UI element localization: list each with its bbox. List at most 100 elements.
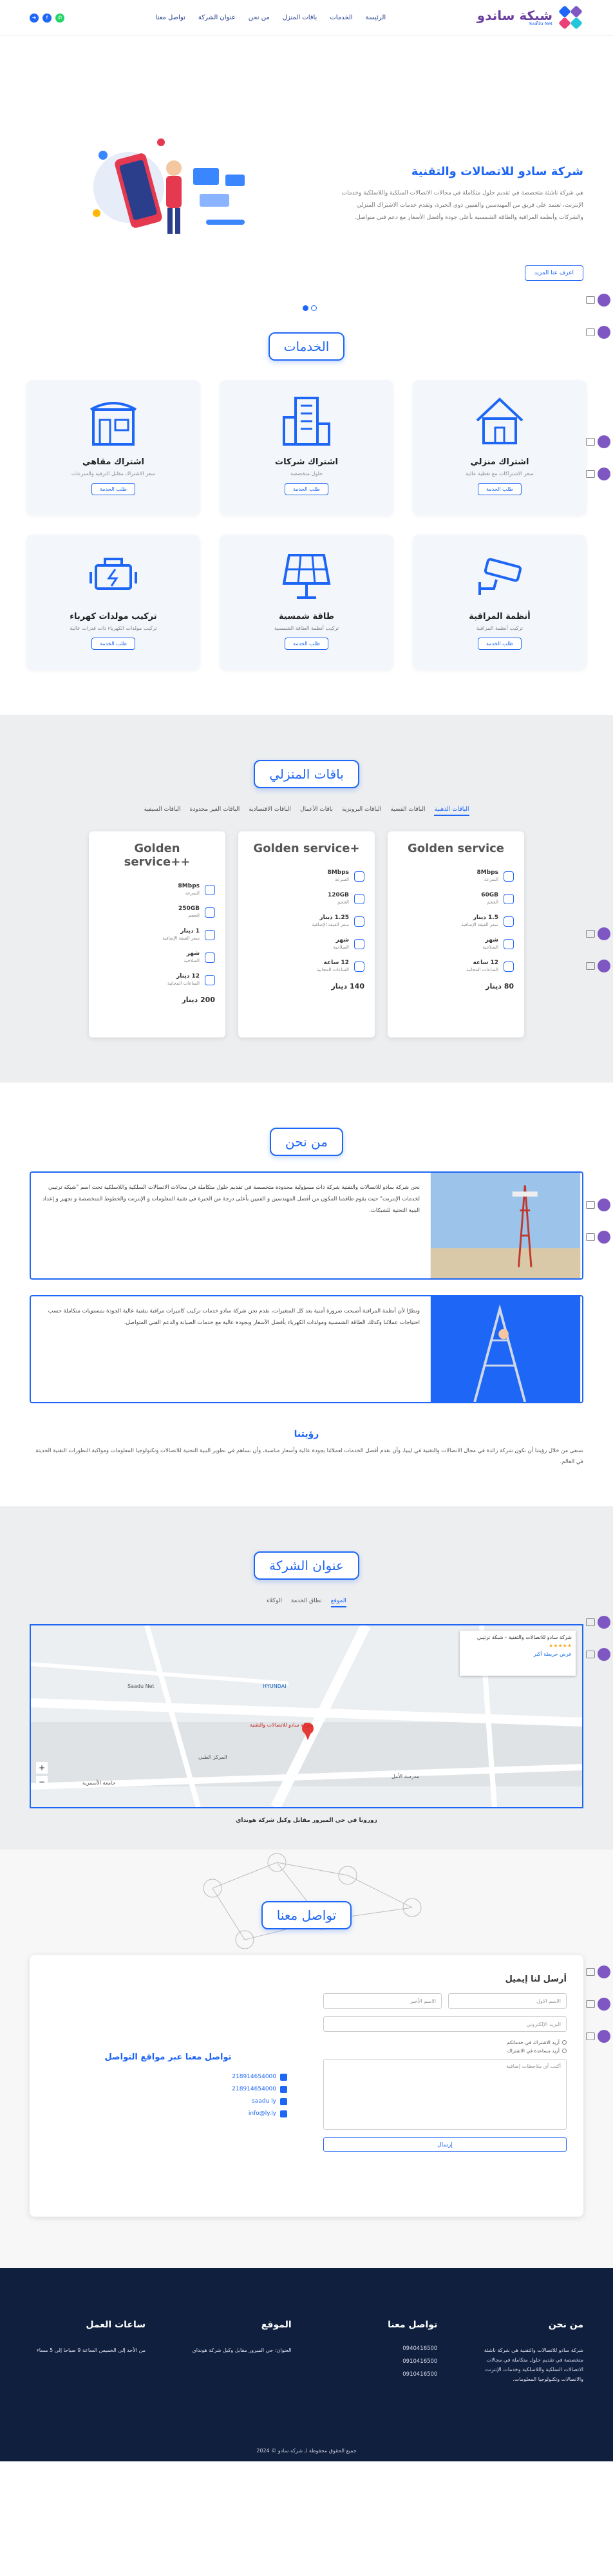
service-card: أنظمة المراقبة تركيب أنظمة المراقبة طلب … <box>413 535 587 670</box>
help-radio[interactable]: أريد مساعدة في الاشتراك <box>323 2048 567 2054</box>
floating-action-button[interactable] <box>586 1965 610 1978</box>
tab-gold[interactable]: الباقات الذهبية <box>434 806 469 816</box>
request-service-button[interactable]: طلب الخدمة <box>285 483 329 495</box>
menu-contact[interactable]: تواصل معنا <box>156 14 185 21</box>
tab-unlimited[interactable]: الباقات الغير محدودة <box>190 806 240 816</box>
package-data: 60GB <box>481 892 498 898</box>
floating-action-button[interactable] <box>586 1231 610 1244</box>
facebook-icon <box>280 2098 287 2105</box>
tab-coverage[interactable]: نطاق الخدمة <box>291 1598 322 1607</box>
hero-illustration <box>93 138 245 234</box>
floating-action-button[interactable] <box>586 960 610 972</box>
package-duration: شهر <box>186 951 200 957</box>
package-speed: 8Mbps <box>178 883 200 889</box>
services-title: الخدمات <box>268 332 345 361</box>
footer-phone[interactable]: 0940416500 <box>321 2345 437 2352</box>
tab-business[interactable]: باقات الأعمال <box>300 806 333 816</box>
about-section: من نحن نحن شركة سادو للاتصالات والتقنية … <box>0 1083 613 1506</box>
floating-action-button[interactable] <box>586 1198 610 1211</box>
top-navbar: شبكة ساندو Saadu Net الرئيسة الخدمات باق… <box>0 0 613 36</box>
request-service-button[interactable]: طلب الخدمة <box>478 638 522 650</box>
solar-panel-icon <box>282 554 331 599</box>
floating-action-button[interactable] <box>586 1648 610 1661</box>
menu-services[interactable]: الخدمات <box>330 14 352 21</box>
subscribe-radio[interactable]: أريد الاشتراك في خدماتكم <box>323 2040 567 2045</box>
wifi-icon <box>504 893 514 904</box>
request-service-button[interactable]: طلب الخدمة <box>91 483 136 495</box>
contact-link[interactable]: 218914654000 <box>49 2085 287 2093</box>
floating-action-button[interactable] <box>586 435 610 448</box>
technician-image <box>430 1296 581 1402</box>
floating-action-button[interactable] <box>586 1616 610 1629</box>
chart-icon <box>205 929 215 940</box>
radio-label: أريد مساعدة في الاشتراك <box>507 2048 560 2054</box>
service-card: اشتراك شركات حلول متخصصة طلب الخدمة <box>220 380 393 515</box>
send-button[interactable]: إرسال <box>323 2137 567 2152</box>
floating-action-button[interactable] <box>586 468 610 480</box>
address-caption: زورونا في حي الميرور مقابل وكيل شركة هون… <box>236 1817 377 1824</box>
cafe-icon <box>90 402 137 446</box>
floating-action-button[interactable] <box>586 1998 610 2011</box>
feature-label: سعر القيقة الإضافية <box>461 922 498 927</box>
clock-icon <box>504 961 514 972</box>
map-card-title: شركة سادو للاتصالات والتقنية - شبكة ترتي… <box>476 1634 572 1640</box>
tab-silver[interactable]: الباقات الفضية <box>390 806 425 816</box>
floating-action-button[interactable] <box>586 927 610 940</box>
whatsapp-icon[interactable]: ✆ <box>55 13 65 23</box>
speed-icon <box>354 871 364 882</box>
calendar-icon <box>504 938 514 949</box>
footer-phone[interactable]: 0910416500 <box>321 2371 437 2378</box>
package-speed: 8Mbps <box>327 869 349 876</box>
footer-phone[interactable]: 0910416500 <box>321 2358 437 2365</box>
service-title: اشتراك شركات <box>275 457 338 467</box>
service-desc: سعر الاشتراك مقابل الترفيه والسرعات <box>71 471 156 477</box>
map-embed[interactable]: شركة سادو للاتصالات والتقنية Saadu Net H… <box>30 1624 583 1808</box>
facebook-icon[interactable]: f <box>42 13 52 23</box>
menu-packages[interactable]: باقات المنزل <box>283 14 317 21</box>
email-link: info@ly.ly <box>248 2110 276 2117</box>
contact-link[interactable]: info@ly.ly <box>49 2110 287 2117</box>
email-field[interactable]: البريد الإلكتروني <box>323 2016 567 2032</box>
calendar-icon <box>354 938 364 949</box>
tab-agents[interactable]: الوكلاء <box>267 1598 282 1607</box>
map-card-link[interactable]: عرض خريطة أكبر <box>464 1651 572 1657</box>
package-free-hours: 12 ساعة <box>473 960 498 966</box>
feature-label: سعر القيقة الإضافية <box>162 936 200 941</box>
tab-economy[interactable]: الباقات الاقتصادية <box>249 806 291 816</box>
hero-title: شركة سادو للاتصالات والتقنية <box>411 165 583 178</box>
package-data: 250GB <box>178 905 200 912</box>
logo[interactable]: شبكة ساندو Saadu Net <box>477 5 583 32</box>
package-extra-price: 1.25 دينار <box>319 914 349 921</box>
package-price: 80 دينار <box>486 982 514 990</box>
floating-action-button[interactable] <box>586 2030 610 2043</box>
package-name: Golden service++ <box>124 842 191 869</box>
contact-link[interactable]: saadu ly <box>49 2098 287 2105</box>
request-service-button[interactable]: طلب الخدمة <box>478 483 522 495</box>
hero-section: شركة سادو للاتصالات والتقنية هي شركة ناش… <box>0 36 613 339</box>
learn-more-button[interactable]: اعرف عنا المزيد <box>524 265 583 281</box>
zoom-in-icon[interactable]: + <box>36 1762 48 1774</box>
menu-address[interactable]: عنوان الشركة <box>198 14 236 21</box>
social-title: تواصل معنا عبر مواقع التواصل <box>104 2052 232 2062</box>
package-speed: 8Mbps <box>476 869 498 876</box>
contact-link[interactable]: 218914654000 <box>49 2073 287 2081</box>
message-textarea[interactable]: أكتب أي ملاحظات إضافية <box>323 2059 567 2130</box>
tab-location[interactable]: الموقع <box>330 1598 346 1607</box>
map-label: HYUNDAI <box>263 1683 287 1689</box>
request-service-button[interactable]: طلب الخدمة <box>91 638 136 650</box>
menu-home[interactable]: الرئيسة <box>366 14 386 21</box>
last-name-field[interactable]: الاسم الأخير <box>323 1993 442 2009</box>
first-name-field[interactable]: الاسم الاول <box>448 1993 567 2009</box>
package-extra-price: 1.5 دينار <box>473 914 498 921</box>
generator-icon <box>90 558 137 590</box>
request-service-button[interactable]: طلب الخدمة <box>285 638 329 650</box>
service-card: اشتراك مقاهي سعر الاشتراك مقابل الترفيه … <box>26 380 200 515</box>
zoom-out-icon[interactable]: − <box>36 1776 48 1788</box>
service-title: اشتراك مقاهي <box>82 457 144 467</box>
map-label: Saadu Net <box>127 1683 155 1689</box>
menu-about[interactable]: من نحن <box>249 14 270 21</box>
login-icon[interactable]: ➜ <box>30 13 39 23</box>
tab-bronze[interactable]: الباقات البرونزية <box>342 806 381 816</box>
tab-summer[interactable]: الباقات السيفية <box>144 806 181 816</box>
social-icons: ➜ f ✆ <box>30 13 65 23</box>
